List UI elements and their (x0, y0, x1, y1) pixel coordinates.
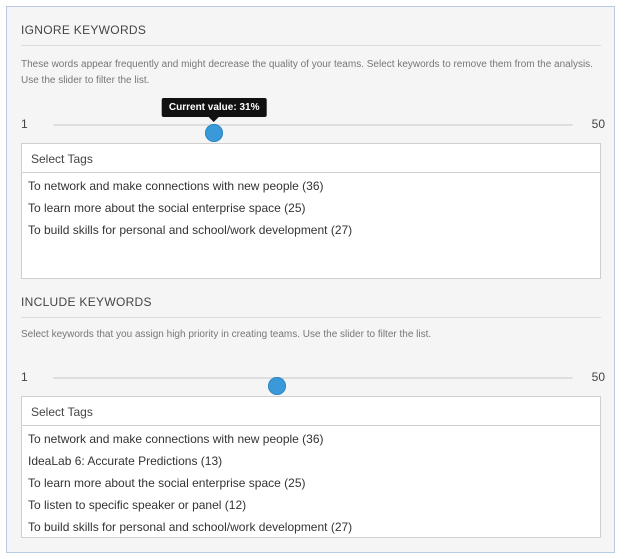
include-description: Select keywords that you assign high pri… (21, 329, 432, 340)
ignore-tag-option[interactable]: To network and make connections with new… (28, 176, 600, 198)
ignore-slider[interactable]: 1 Current value: 31% 50 (21, 98, 605, 142)
include-tag-option[interactable]: To build skills for personal and school/… (28, 517, 600, 539)
ignore-select-tags-header[interactable]: Select Tags (22, 144, 600, 173)
ignore-slider-tooltip: Current value: 31% (161, 98, 267, 122)
include-divider (21, 317, 601, 318)
include-tag-option[interactable]: To network and make connections with new… (28, 429, 600, 451)
ignore-tag-option[interactable]: To learn more about the social enterpris… (28, 198, 600, 220)
include-slider-track[interactable] (53, 377, 573, 395)
ignore-keywords-title: IGNORE KEYWORDS (21, 23, 147, 37)
ignore-tag-option[interactable]: To build skills for personal and school/… (28, 220, 600, 242)
ignore-slider-max-label: 50 (591, 117, 605, 131)
include-select-tags-header[interactable]: Select Tags (22, 397, 600, 426)
include-slider-thumb[interactable] (267, 377, 286, 395)
include-tag-list: To network and make connections with new… (22, 426, 600, 539)
ignore-description: These words appear frequently and might … (21, 59, 593, 86)
include-keywords-title: INCLUDE KEYWORDS (21, 295, 152, 309)
keywords-panel: IGNORE KEYWORDS These words appear frequ… (6, 6, 615, 553)
ignore-slider-track[interactable]: Current value: 31% (53, 98, 573, 142)
ignore-slider-min-label: 1 (21, 117, 28, 131)
include-tag-select[interactable]: Select Tags To network and make connecti… (21, 396, 601, 538)
include-tag-option[interactable]: To listen to specific speaker or panel (… (28, 495, 600, 517)
ignore-tag-list: To network and make connections with new… (22, 173, 600, 242)
include-tag-option[interactable]: To learn more about the social enterpris… (28, 473, 600, 495)
ignore-divider (21, 45, 601, 46)
include-slider[interactable]: 1 50 (21, 368, 605, 395)
include-slider-min-label: 1 (21, 370, 28, 384)
ignore-slider-thumb[interactable] (205, 124, 224, 142)
include-tag-option[interactable]: IdeaLab 6: Accurate Predictions (13) (28, 451, 600, 473)
ignore-tag-select[interactable]: Select Tags To network and make connecti… (21, 143, 601, 279)
include-slider-max-label: 50 (591, 370, 605, 384)
